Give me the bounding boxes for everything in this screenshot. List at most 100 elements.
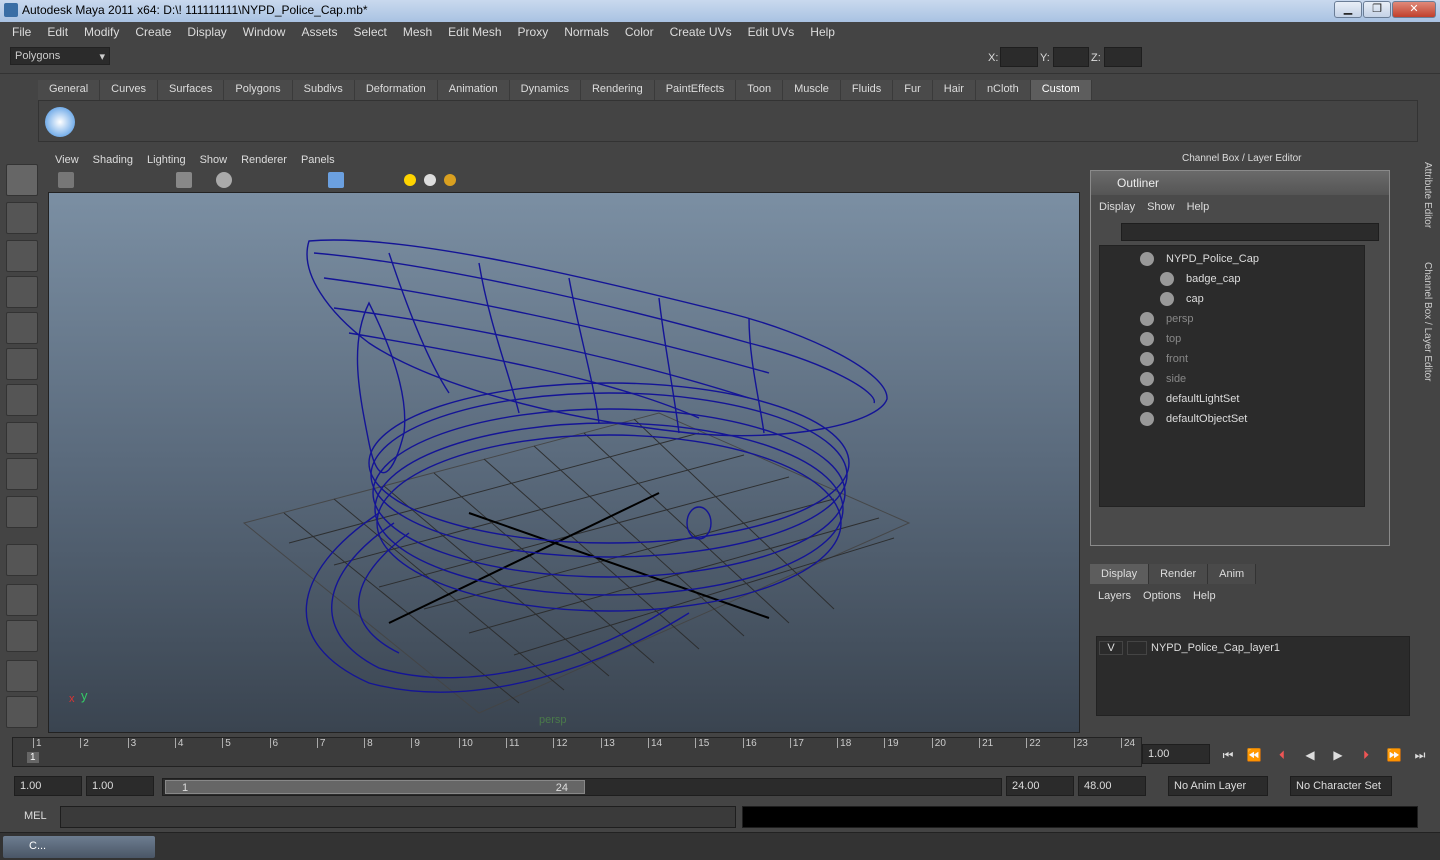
range-slider[interactable]: 1 24: [162, 778, 1002, 796]
menu-edit-mesh[interactable]: Edit Mesh: [440, 25, 509, 39]
go-to-end-icon[interactable]: ⏭: [1410, 748, 1430, 764]
soft-mod-tool-icon[interactable]: [6, 422, 38, 454]
menu-mesh[interactable]: Mesh: [395, 25, 440, 39]
outliner-menu-display[interactable]: Display: [1099, 201, 1135, 213]
y-field[interactable]: [1053, 47, 1089, 67]
light-icon[interactable]: [404, 174, 416, 186]
camera-icon[interactable]: [58, 172, 74, 188]
menu-create[interactable]: Create: [127, 25, 179, 39]
minimized-window[interactable]: C...: [2, 835, 156, 859]
outliner-item[interactable]: NYPD_Police_Cap: [1140, 250, 1259, 268]
shelf-tab-animation[interactable]: Animation: [437, 80, 510, 100]
shelf-tab-custom[interactable]: Custom: [1030, 80, 1092, 100]
character-set-dropdown[interactable]: No Character Set: [1290, 776, 1392, 796]
universal-manipulator-icon[interactable]: [6, 384, 38, 416]
outliner-header[interactable]: Outliner: [1091, 171, 1389, 195]
outliner-menu-help[interactable]: Help: [1187, 201, 1210, 213]
paint-select-tool-icon[interactable]: [6, 240, 38, 272]
layer-tab-render[interactable]: Render: [1149, 564, 1209, 584]
channel-box-tab[interactable]: Channel Box / Layer Editor: [1422, 262, 1433, 382]
single-pane-layout-icon[interactable]: [6, 544, 38, 576]
shelf-tab-toon[interactable]: Toon: [736, 80, 784, 100]
default-light-icon[interactable]: [424, 174, 436, 186]
lasso-tool-icon[interactable]: [6, 202, 38, 234]
viewport-menu-lighting[interactable]: Lighting: [140, 154, 193, 166]
go-to-start-icon[interactable]: ⏮: [1218, 748, 1238, 764]
shelf-tab-deformation[interactable]: Deformation: [354, 80, 438, 100]
x-field[interactable]: [1000, 47, 1038, 67]
playback-start-field[interactable]: 1.00: [86, 776, 154, 796]
step-forward-key-icon[interactable]: ⏵: [1356, 748, 1376, 764]
layer-visibility-toggle[interactable]: V: [1099, 641, 1123, 655]
menu-file[interactable]: File: [4, 25, 39, 39]
step-back-key-icon[interactable]: ⏴: [1272, 748, 1292, 764]
menu-edit-uvs[interactable]: Edit UVs: [740, 25, 803, 39]
layer-row[interactable]: V NYPD_Police_Cap_layer1: [1099, 639, 1409, 657]
graph-layout-icon[interactable]: [6, 660, 38, 692]
move-tool-icon[interactable]: [6, 276, 38, 308]
current-frame-marker[interactable]: 1: [27, 752, 39, 763]
outliner-item[interactable]: persp: [1140, 310, 1194, 328]
outliner-layout-icon[interactable]: [6, 620, 38, 652]
outliner-item[interactable]: front: [1140, 350, 1188, 368]
outliner-item[interactable]: top: [1140, 330, 1181, 348]
shelf-tab-fluids[interactable]: Fluids: [840, 80, 894, 100]
viewport-menu-view[interactable]: View: [48, 154, 86, 166]
step-back-icon[interactable]: ⏪: [1244, 748, 1264, 764]
shelf-tab-hair[interactable]: Hair: [932, 80, 976, 100]
shelf-tab-polygons[interactable]: Polygons: [224, 80, 293, 100]
shelf-tab-muscle[interactable]: Muscle: [783, 80, 841, 100]
shelf-tab-general[interactable]: General: [38, 80, 101, 100]
menu-select[interactable]: Select: [345, 25, 394, 39]
range-slider-handle[interactable]: 1 24: [165, 780, 585, 794]
wireframe-icon[interactable]: [328, 172, 344, 188]
menu-create-uvs[interactable]: Create UVs: [662, 25, 740, 39]
outliner-menu-show[interactable]: Show: [1147, 201, 1175, 213]
shelf-tab-ncloth[interactable]: nCloth: [975, 80, 1031, 100]
layer-menu-options[interactable]: Options: [1143, 590, 1181, 602]
menu-display[interactable]: Display: [179, 25, 234, 39]
layer-tab-anim[interactable]: Anim: [1208, 564, 1257, 584]
layer-playback-toggle[interactable]: [1127, 641, 1147, 655]
play-back-icon[interactable]: ◀: [1300, 748, 1320, 764]
layer-tab-display[interactable]: Display: [1090, 564, 1150, 584]
menu-normals[interactable]: Normals: [556, 25, 617, 39]
time-slider[interactable]: 1 2 3 4 5 6 7 8 9 10 11 12 13 14 15 16 17 18 19 20 21 22 23 24 1: [12, 737, 1142, 767]
mel-input[interactable]: [60, 806, 736, 828]
menu-proxy[interactable]: Proxy: [510, 25, 557, 39]
outliner-item[interactable]: side: [1140, 370, 1186, 388]
anim-layer-dropdown[interactable]: No Anim Layer: [1168, 776, 1268, 796]
shelf-tab-fur[interactable]: Fur: [893, 80, 933, 100]
shelf-tab-painteffects[interactable]: PaintEffects: [654, 80, 737, 100]
outliner-item[interactable]: defaultObjectSet: [1140, 410, 1247, 428]
play-forward-icon[interactable]: ▶: [1328, 748, 1348, 764]
attribute-editor-tab[interactable]: Attribute Editor: [1422, 162, 1433, 228]
minimize-button[interactable]: ▁: [1334, 1, 1362, 18]
current-time-field[interactable]: 1.00: [1142, 744, 1210, 764]
scale-tool-icon[interactable]: [6, 348, 38, 380]
menu-modify[interactable]: Modify: [76, 25, 127, 39]
menu-window[interactable]: Window: [235, 25, 294, 39]
viewport-menu-shading[interactable]: Shading: [86, 154, 140, 166]
shelf-tab-surfaces[interactable]: Surfaces: [157, 80, 225, 100]
grid-icon[interactable]: [176, 172, 192, 188]
viewport-menu-panels[interactable]: Panels: [294, 154, 342, 166]
shelf-tab-rendering[interactable]: Rendering: [580, 80, 655, 100]
layer-menu-help[interactable]: Help: [1193, 590, 1216, 602]
outliner-item[interactable]: defaultLightSet: [1140, 390, 1239, 408]
outliner-item[interactable]: cap: [1160, 290, 1204, 308]
checkmark-icon[interactable]: [45, 107, 75, 137]
end-time-field[interactable]: 48.00: [1078, 776, 1146, 796]
shelf-tab-curves[interactable]: Curves: [100, 80, 158, 100]
start-time-field[interactable]: 1.00: [14, 776, 82, 796]
viewport-menu-show[interactable]: Show: [193, 154, 235, 166]
last-tool-icon[interactable]: [6, 496, 38, 528]
show-manipulator-icon[interactable]: [6, 458, 38, 490]
playback-end-field[interactable]: 24.00: [1006, 776, 1074, 796]
select-tool-icon[interactable]: [6, 164, 38, 196]
layer-menu-layers[interactable]: Layers: [1098, 590, 1131, 602]
hypershade-icon[interactable]: [6, 696, 38, 728]
close-button[interactable]: ✕: [1392, 1, 1436, 18]
step-forward-icon[interactable]: ⏩: [1384, 748, 1404, 764]
all-lights-icon[interactable]: [444, 174, 456, 186]
